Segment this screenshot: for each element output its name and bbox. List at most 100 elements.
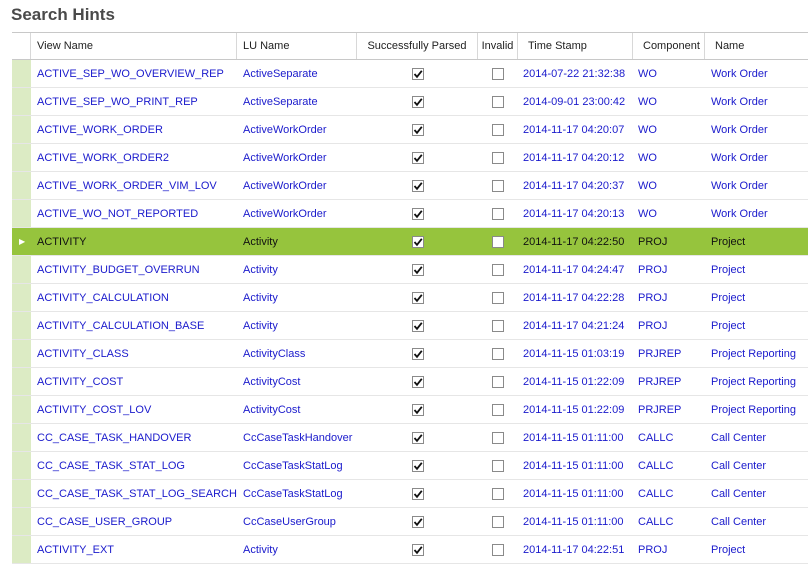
successfully-parsed-checkbox[interactable] xyxy=(411,431,424,444)
lu-name-cell[interactable]: ActivityClass xyxy=(237,340,357,367)
successfully-parsed-checkbox[interactable] xyxy=(411,123,424,136)
invalid-checkbox[interactable] xyxy=(492,403,504,416)
column-header-successfully-parsed[interactable]: Successfully Parsed xyxy=(357,33,478,59)
name-cell[interactable]: Project Reporting xyxy=(705,396,808,423)
time-stamp-cell[interactable]: 2014-07-22 21:32:38 xyxy=(518,60,633,87)
component-cell[interactable]: PRJREP xyxy=(633,368,705,395)
successfully-parsed-checkbox[interactable] xyxy=(411,375,424,388)
successfully-parsed-checkbox[interactable] xyxy=(411,151,424,164)
successfully-parsed-checkbox[interactable] xyxy=(411,179,424,192)
invalid-checkbox[interactable] xyxy=(492,487,504,500)
successfully-parsed-checkbox[interactable] xyxy=(411,459,424,472)
table-row[interactable]: ACTIVITY_CLASS ActivityClass 2014-11-15 01… xyxy=(12,340,808,368)
component-cell[interactable]: PROJ xyxy=(633,312,705,339)
row-indicator[interactable] xyxy=(12,368,31,395)
row-indicator[interactable] xyxy=(12,88,31,115)
view-name-cell[interactable]: ACTIVITY_BUDGET_OVERRUN xyxy=(31,256,237,283)
row-indicator[interactable] xyxy=(12,284,31,311)
time-stamp-cell[interactable]: 2014-11-15 01:11:00 xyxy=(518,424,633,451)
row-indicator[interactable] xyxy=(12,480,31,507)
lu-name-cell[interactable]: CcCaseUserGroup xyxy=(237,508,357,535)
time-stamp-cell[interactable]: 2014-11-17 04:21:24 xyxy=(518,312,633,339)
column-header-name[interactable]: Name xyxy=(705,33,808,59)
name-cell[interactable]: Project Reporting xyxy=(705,340,808,367)
row-indicator[interactable] xyxy=(12,116,31,143)
time-stamp-cell[interactable]: 2014-11-17 04:22:28 xyxy=(518,284,633,311)
invalid-checkbox[interactable] xyxy=(492,515,504,528)
successfully-parsed-checkbox[interactable] xyxy=(411,319,424,332)
row-indicator[interactable] xyxy=(12,60,31,87)
row-indicator[interactable] xyxy=(12,508,31,535)
name-cell[interactable]: Call Center xyxy=(705,452,808,479)
table-row[interactable]: CC_CASE_TASK_HANDOVER CcCaseTaskHandover 2… xyxy=(12,424,808,452)
lu-name-cell[interactable]: CcCaseTaskStatLog xyxy=(237,480,357,507)
row-indicator[interactable] xyxy=(12,452,31,479)
row-indicator[interactable] xyxy=(12,312,31,339)
successfully-parsed-checkbox[interactable] xyxy=(411,67,424,80)
lu-name-cell[interactable]: CcCaseTaskHandover xyxy=(237,424,357,451)
invalid-checkbox[interactable] xyxy=(492,179,504,192)
invalid-checkbox[interactable] xyxy=(492,347,504,360)
row-indicator[interactable] xyxy=(12,424,31,451)
name-cell[interactable]: Call Center xyxy=(705,508,808,535)
lu-name-cell[interactable]: Activity xyxy=(237,284,357,311)
name-cell[interactable]: Work Order xyxy=(705,60,808,87)
name-cell[interactable]: Project xyxy=(705,256,808,283)
lu-name-cell[interactable]: ActiveWorkOrder xyxy=(237,172,357,199)
lu-name-cell[interactable]: ActivityCost xyxy=(237,396,357,423)
view-name-cell[interactable]: CC_CASE_TASK_STAT_LOG_SEARCH xyxy=(31,480,237,507)
name-cell[interactable]: Work Order xyxy=(705,88,808,115)
table-row[interactable]: ACTIVE_SEP_WO_OVERVIEW_REP ActiveSeparate… xyxy=(12,60,808,88)
lu-name-cell[interactable]: ActiveSeparate xyxy=(237,60,357,87)
view-name-cell[interactable]: ACTIVE_WORK_ORDER_VIM_LOV xyxy=(31,172,237,199)
time-stamp-cell[interactable]: 2014-11-15 01:03:19 xyxy=(518,340,633,367)
time-stamp-cell[interactable]: 2014-11-17 04:24:47 xyxy=(518,256,633,283)
view-name-cell[interactable]: ACTIVITY_CALCULATION xyxy=(31,284,237,311)
table-row[interactable]: CC_CASE_USER_GROUP CcCaseUserGroup 2014-11… xyxy=(12,508,808,536)
table-row[interactable]: ACTIVE_WORK_ORDER2 ActiveWorkOrder 2014-11… xyxy=(12,144,808,172)
successfully-parsed-checkbox[interactable] xyxy=(411,515,424,528)
component-cell[interactable]: CALLC xyxy=(633,480,705,507)
successfully-parsed-checkbox[interactable] xyxy=(411,95,424,108)
view-name-cell[interactable]: ACTIVITY_CLASS xyxy=(31,340,237,367)
lu-name-cell[interactable]: ActiveWorkOrder xyxy=(237,200,357,227)
invalid-checkbox[interactable] xyxy=(492,151,504,164)
invalid-checkbox[interactable] xyxy=(492,95,504,108)
row-indicator[interactable]: ▶ xyxy=(12,228,31,255)
name-cell[interactable]: Project Reporting xyxy=(705,368,808,395)
successfully-parsed-checkbox[interactable] xyxy=(411,291,424,304)
view-name-cell[interactable]: CC_CASE_USER_GROUP xyxy=(31,508,237,535)
table-row[interactable]: ACTIVE_WORK_ORDER ActiveWorkOrder 2014-11-… xyxy=(12,116,808,144)
lu-name-cell[interactable]: CcCaseTaskStatLog xyxy=(237,452,357,479)
view-name-cell[interactable]: ACTIVITY_CALCULATION_BASE xyxy=(31,312,237,339)
invalid-checkbox[interactable] xyxy=(492,319,504,332)
component-cell[interactable]: WO xyxy=(633,88,705,115)
table-row[interactable]: ACTIVITY_BUDGET_OVERRUN Activity 2014-11-1… xyxy=(12,256,808,284)
successfully-parsed-checkbox[interactable] xyxy=(411,207,424,220)
lu-name-cell[interactable]: ActiveSeparate xyxy=(237,88,357,115)
invalid-checkbox[interactable] xyxy=(492,123,504,136)
view-name-cell[interactable]: ACTIVE_SEP_WO_OVERVIEW_REP xyxy=(31,60,237,87)
component-cell[interactable]: PROJ xyxy=(633,228,705,255)
component-cell[interactable]: WO xyxy=(633,60,705,87)
view-name-cell[interactable]: CC_CASE_TASK_STAT_LOG xyxy=(31,452,237,479)
name-cell[interactable]: Work Order xyxy=(705,144,808,171)
view-name-cell[interactable]: ACTIVITY_COST_LOV xyxy=(31,396,237,423)
time-stamp-cell[interactable]: 2014-11-15 01:22:09 xyxy=(518,396,633,423)
table-row[interactable]: ACTIVITY_COST ActivityCost 2014-11-15 01:2… xyxy=(12,368,808,396)
component-cell[interactable]: PRJREP xyxy=(633,340,705,367)
table-row[interactable]: ACTIVITY_CALCULATION Activity 2014-11-17 0… xyxy=(12,284,808,312)
successfully-parsed-checkbox[interactable] xyxy=(411,403,424,416)
table-row[interactable]: CC_CASE_TASK_STAT_LOG CcCaseTaskStatLog 20… xyxy=(12,452,808,480)
table-row[interactable]: ACTIVE_WORK_ORDER_VIM_LOV ActiveWorkOrder… xyxy=(12,172,808,200)
component-cell[interactable]: PRJREP xyxy=(633,396,705,423)
lu-name-cell[interactable]: ActivityCost xyxy=(237,368,357,395)
time-stamp-cell[interactable]: 2014-11-15 01:11:00 xyxy=(518,480,633,507)
name-cell[interactable]: Project xyxy=(705,228,808,255)
time-stamp-cell[interactable]: 2014-09-01 23:00:42 xyxy=(518,88,633,115)
table-row[interactable]: ACTIVITY_COST_LOV ActivityCost 2014-11-15 … xyxy=(12,396,808,424)
name-cell[interactable]: Work Order xyxy=(705,200,808,227)
invalid-checkbox[interactable] xyxy=(492,459,504,472)
column-header-time-stamp[interactable]: Time Stamp xyxy=(518,33,633,59)
row-indicator[interactable] xyxy=(12,256,31,283)
